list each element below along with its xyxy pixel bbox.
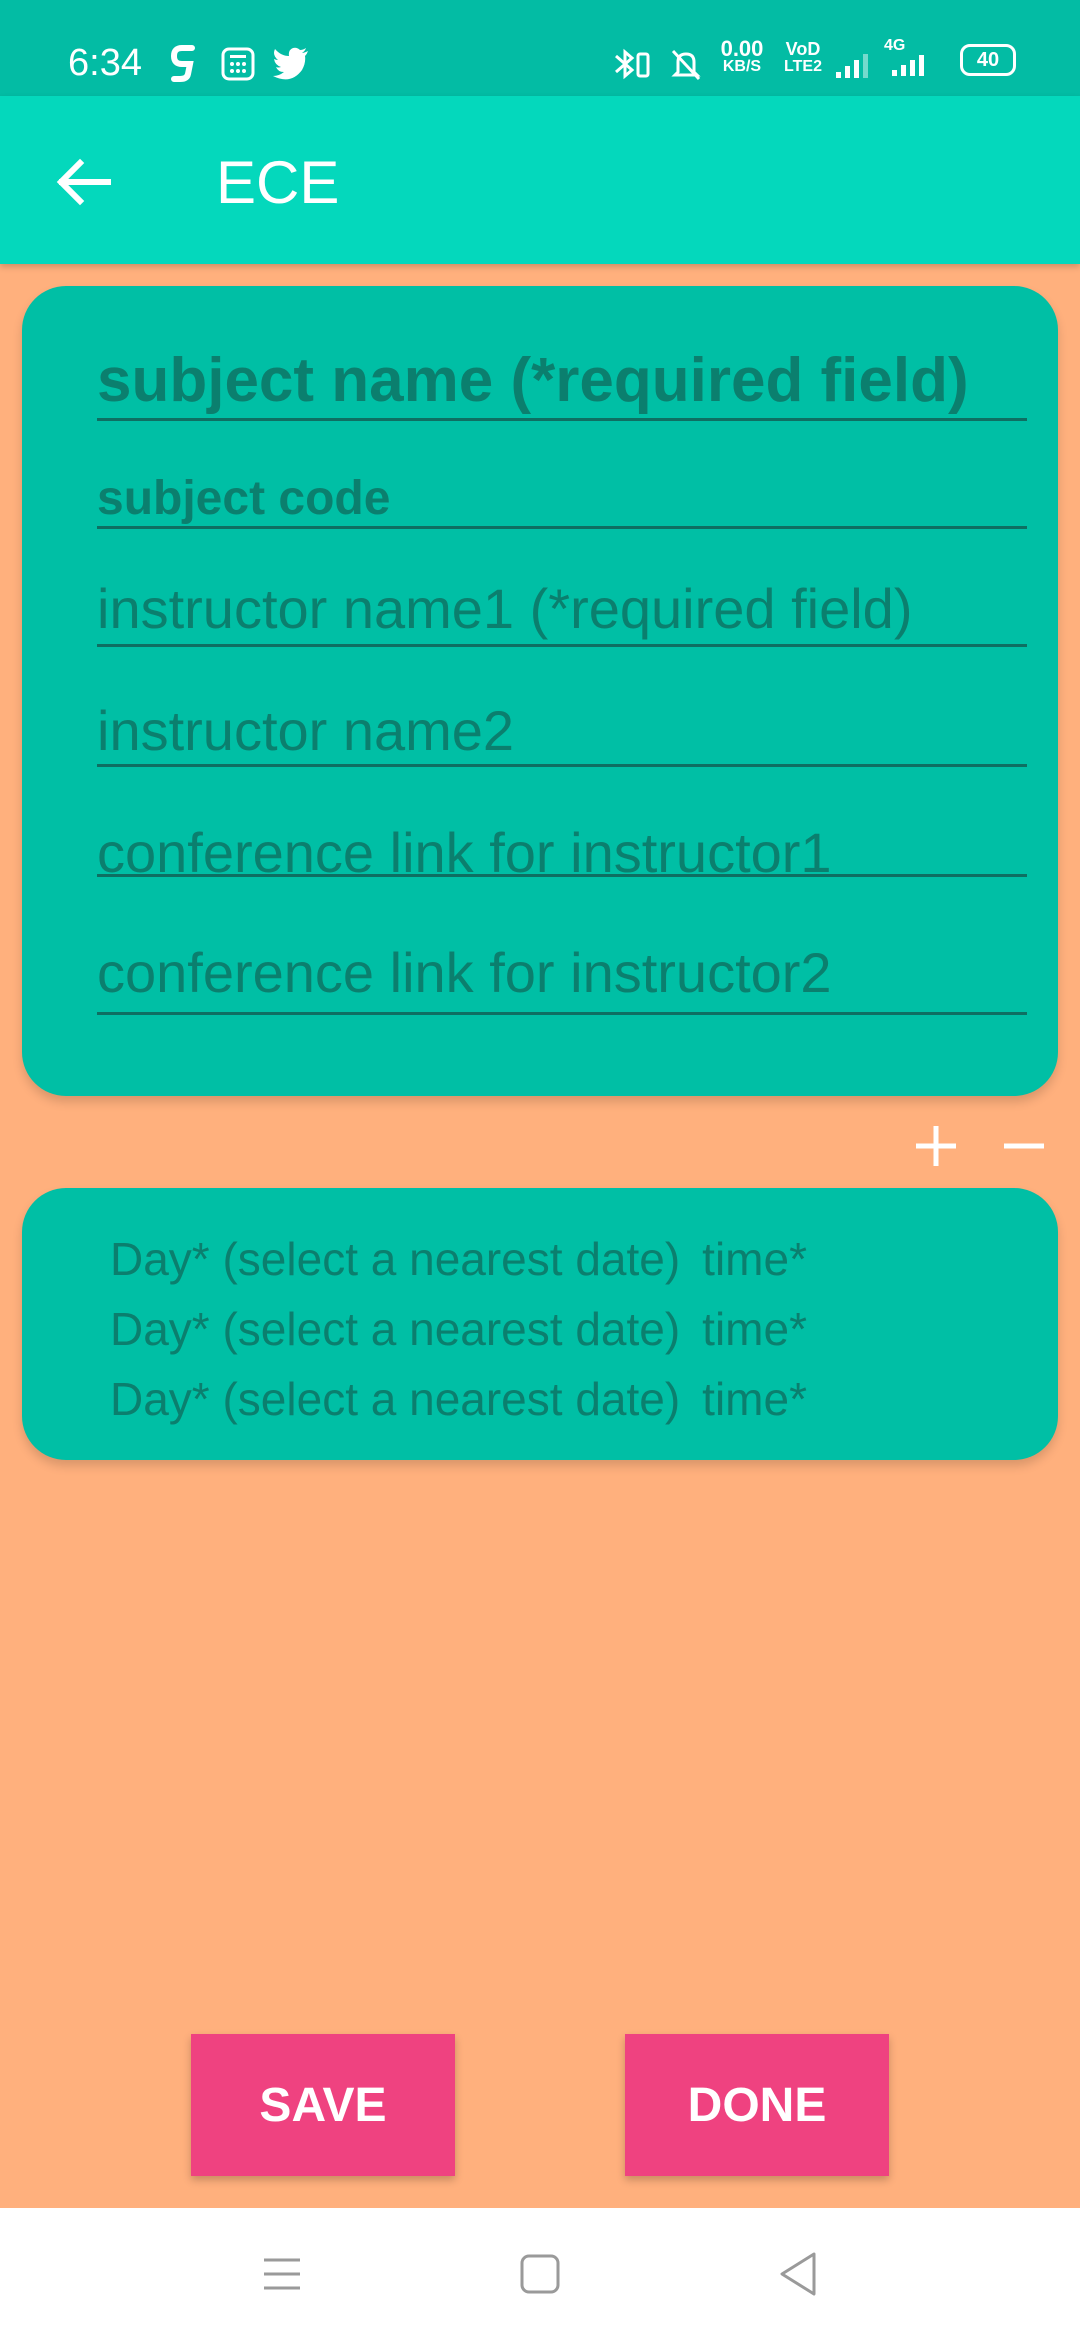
day-selector[interactable]: Day* (select a nearest date) [110, 1372, 680, 1426]
subject-name-placeholder: subject name (*required field) [97, 346, 969, 415]
volte-icon: VoD LTE2 [784, 39, 822, 75]
system-nav-bar [0, 2208, 1080, 2340]
time-selector[interactable]: time* [702, 1302, 807, 1356]
bluetooth-icon [615, 48, 650, 80]
schedule-row: Day* (select a nearest date) time* [110, 1372, 807, 1426]
app-bar: ECE [0, 96, 1080, 264]
triangle-back-icon [780, 2252, 816, 2296]
save-button[interactable]: SAVE [191, 2034, 455, 2176]
g-app-icon [170, 45, 195, 82]
back-button[interactable] [48, 146, 120, 218]
day-selector[interactable]: Day* (select a nearest date) [110, 1302, 680, 1356]
conference-link2-placeholder: conference link for instructor2 [97, 941, 832, 1004]
square-home-icon [520, 2254, 560, 2294]
instructor-name1-field[interactable]: instructor name1 (*required field) [97, 576, 1027, 647]
schedule-card: Day* (select a nearest date) time* Day* (… [22, 1188, 1058, 1460]
network-speed-text: 0.00 KB/S [720, 36, 764, 76]
status-bar: 6:34 0.00 KB/S VoD LTE2 4G 40 [0, 0, 1080, 96]
4g-signal-icon: 4G [884, 38, 934, 83]
arrow-left-icon [56, 158, 111, 206]
time-selector[interactable]: time* [702, 1232, 807, 1286]
system-back-button[interactable] [766, 2242, 830, 2306]
page-title: ECE [216, 149, 340, 216]
conference-link1-field[interactable]: conference link for instructor1 [97, 820, 1027, 877]
minus-icon [1004, 1143, 1044, 1149]
calculator-app-icon [221, 47, 255, 81]
subject-code-placeholder: subject code [97, 472, 391, 525]
conference-link1-placeholder: conference link for instructor1 [97, 821, 832, 877]
instructor-name2-placeholder: instructor name2 [97, 699, 515, 762]
home-button[interactable] [508, 2242, 572, 2306]
battery-icon: 40 [960, 44, 1016, 76]
instructor-name1-placeholder: instructor name1 (*required field) [97, 577, 913, 640]
done-button[interactable]: DONE [625, 2034, 889, 2176]
subject-name-field[interactable]: subject name (*required field) [97, 346, 1027, 421]
plus-icon [916, 1126, 956, 1166]
recents-button[interactable] [250, 2242, 314, 2306]
remove-schedule-button[interactable] [988, 1110, 1060, 1182]
menu-icon [264, 2258, 300, 2290]
schedule-row: Day* (select a nearest date) time* [110, 1302, 807, 1356]
conference-link2-field[interactable]: conference link for instructor2 [97, 940, 1027, 1015]
subject-code-field[interactable]: subject code [97, 472, 1027, 529]
signal-icon [836, 54, 868, 78]
add-schedule-button[interactable] [900, 1110, 972, 1182]
subject-details-card: subject name (*required field) subject c… [22, 286, 1058, 1096]
status-time: 6:34 [68, 42, 142, 84]
instructor-name2-field[interactable]: instructor name2 [97, 698, 1027, 767]
day-selector[interactable]: Day* (select a nearest date) [110, 1232, 680, 1286]
time-selector[interactable]: time* [702, 1372, 807, 1426]
twitter-icon [273, 47, 308, 80]
mute-bell-icon [671, 49, 701, 81]
schedule-row: Day* (select a nearest date) time* [110, 1232, 807, 1286]
